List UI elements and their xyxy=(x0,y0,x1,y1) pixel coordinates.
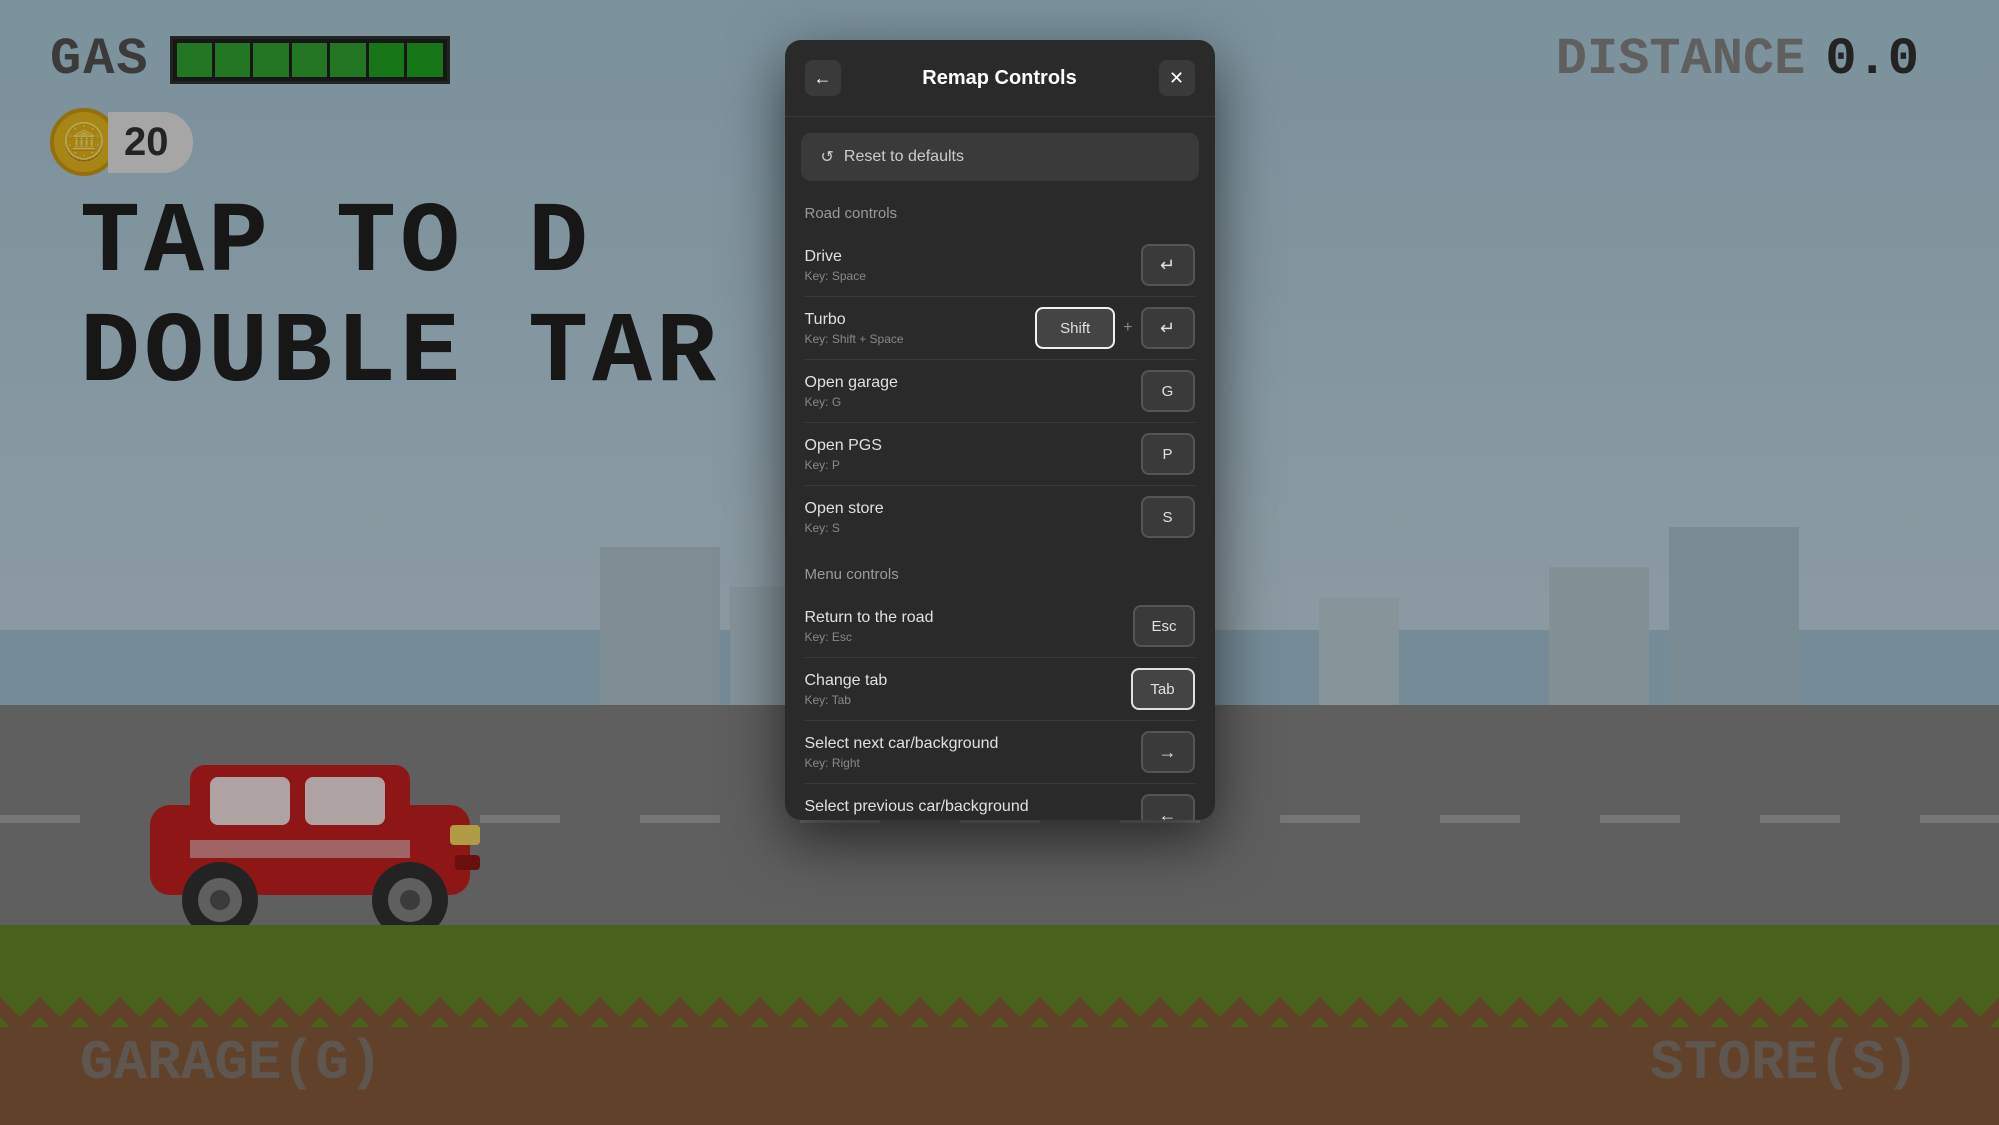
tab-key-button[interactable]: Tab xyxy=(1131,668,1195,710)
garage-control-key: Key: G xyxy=(805,395,898,409)
turbo-shift-button[interactable]: Shift xyxy=(1035,307,1115,349)
drive-control-key: Key: Space xyxy=(805,269,866,283)
pgs-control-info: Open PGS Key: P xyxy=(805,437,882,472)
prev-car-control-info: Select previous car/background Key: Left xyxy=(805,798,1029,821)
garage-control-name: Open garage xyxy=(805,374,898,392)
road-controls-header: Road controls xyxy=(785,197,1215,234)
menu-controls-header: Menu controls xyxy=(785,558,1215,595)
turbo-shift-label: Shift xyxy=(1060,320,1090,337)
return-road-control-key: Key: Esc xyxy=(805,630,934,644)
close-icon: ✕ xyxy=(1169,68,1184,89)
garage-control-row: Open garage Key: G G xyxy=(785,360,1215,422)
change-tab-control-name: Change tab xyxy=(805,672,888,690)
pgs-key-button[interactable]: P xyxy=(1141,433,1195,475)
next-car-key-button[interactable]: → xyxy=(1141,731,1195,773)
game-background: GAS 🪙 20 DISTANCE 0.0 TAP TO D DOUBLE TA… xyxy=(0,0,1999,1125)
pgs-control-name: Open PGS xyxy=(805,437,882,455)
store-control-row: Open store Key: S S xyxy=(785,486,1215,548)
reset-icon: ↺ xyxy=(821,147,834,167)
turbo-control-key: Key: Shift + Space xyxy=(805,332,904,346)
garage-control-info: Open garage Key: G xyxy=(805,374,898,409)
next-car-control-row: Select next car/background Key: Right → xyxy=(785,721,1215,783)
drive-control-name: Drive xyxy=(805,248,866,266)
store-control-key: Key: S xyxy=(805,521,884,535)
turbo-control-info: Turbo Key: Shift + Space xyxy=(805,311,904,346)
next-car-control-name: Select next car/background xyxy=(805,735,999,753)
back-icon: ← xyxy=(814,68,832,89)
drive-key-symbol: ↵ xyxy=(1160,255,1175,276)
return-road-control-name: Return to the road xyxy=(805,609,934,627)
reset-defaults-button[interactable]: ↺ Reset to defaults xyxy=(801,133,1199,181)
turbo-space-symbol: ↵ xyxy=(1160,318,1175,339)
left-arrow-icon: ← xyxy=(1159,805,1177,821)
reset-label: Reset to defaults xyxy=(844,148,964,166)
pgs-control-key: Key: P xyxy=(805,458,882,472)
tab-key-label: Tab xyxy=(1150,681,1174,698)
store-key-button[interactable]: S xyxy=(1141,496,1195,538)
change-tab-control-row: Change tab Key: Tab Tab xyxy=(785,658,1215,720)
right-arrow-icon: → xyxy=(1159,742,1177,763)
turbo-space-button[interactable]: ↵ xyxy=(1141,307,1195,349)
return-road-control-info: Return to the road Key: Esc xyxy=(805,609,934,644)
return-road-control-row: Return to the road Key: Esc Esc xyxy=(785,595,1215,657)
change-tab-control-info: Change tab Key: Tab xyxy=(805,672,888,707)
modal-overlay: ← Remap Controls ✕ ↺ Reset to defaults R… xyxy=(0,0,1999,1125)
garage-key-button[interactable]: G xyxy=(1141,370,1195,412)
back-button[interactable]: ← xyxy=(805,60,841,96)
next-car-control-key: Key: Right xyxy=(805,756,999,770)
modal-title: Remap Controls xyxy=(922,67,1076,90)
pgs-control-row: Open PGS Key: P P xyxy=(785,423,1215,485)
esc-key-label: Esc xyxy=(1151,618,1176,635)
prev-car-control-name: Select previous car/background xyxy=(805,798,1029,816)
prev-car-key-button[interactable]: ← xyxy=(1141,794,1195,820)
turbo-combo: Shift + ↵ xyxy=(1035,307,1194,349)
close-button[interactable]: ✕ xyxy=(1159,60,1195,96)
prev-car-control-row: Select previous car/background Key: Left… xyxy=(785,784,1215,820)
remap-controls-modal: ← Remap Controls ✕ ↺ Reset to defaults R… xyxy=(785,40,1215,820)
drive-control-info: Drive Key: Space xyxy=(805,248,866,283)
turbo-control-row: Turbo Key: Shift + Space Shift + ↵ xyxy=(785,297,1215,359)
drive-control-row: Drive Key: Space ↵ xyxy=(785,234,1215,296)
plus-symbol: + xyxy=(1123,319,1132,337)
esc-key-button[interactable]: Esc xyxy=(1133,605,1194,647)
garage-key-label: G xyxy=(1162,383,1174,400)
turbo-control-name: Turbo xyxy=(805,311,904,329)
modal-header: ← Remap Controls ✕ xyxy=(785,40,1215,117)
store-control-name: Open store xyxy=(805,500,884,518)
pgs-key-label: P xyxy=(1162,446,1172,463)
store-key-label: S xyxy=(1162,509,1172,526)
store-control-info: Open store Key: S xyxy=(805,500,884,535)
change-tab-control-key: Key: Tab xyxy=(805,693,888,707)
prev-car-control-key: Key: Left xyxy=(805,819,1029,821)
drive-key-button[interactable]: ↵ xyxy=(1141,244,1195,286)
next-car-control-info: Select next car/background Key: Right xyxy=(805,735,999,770)
